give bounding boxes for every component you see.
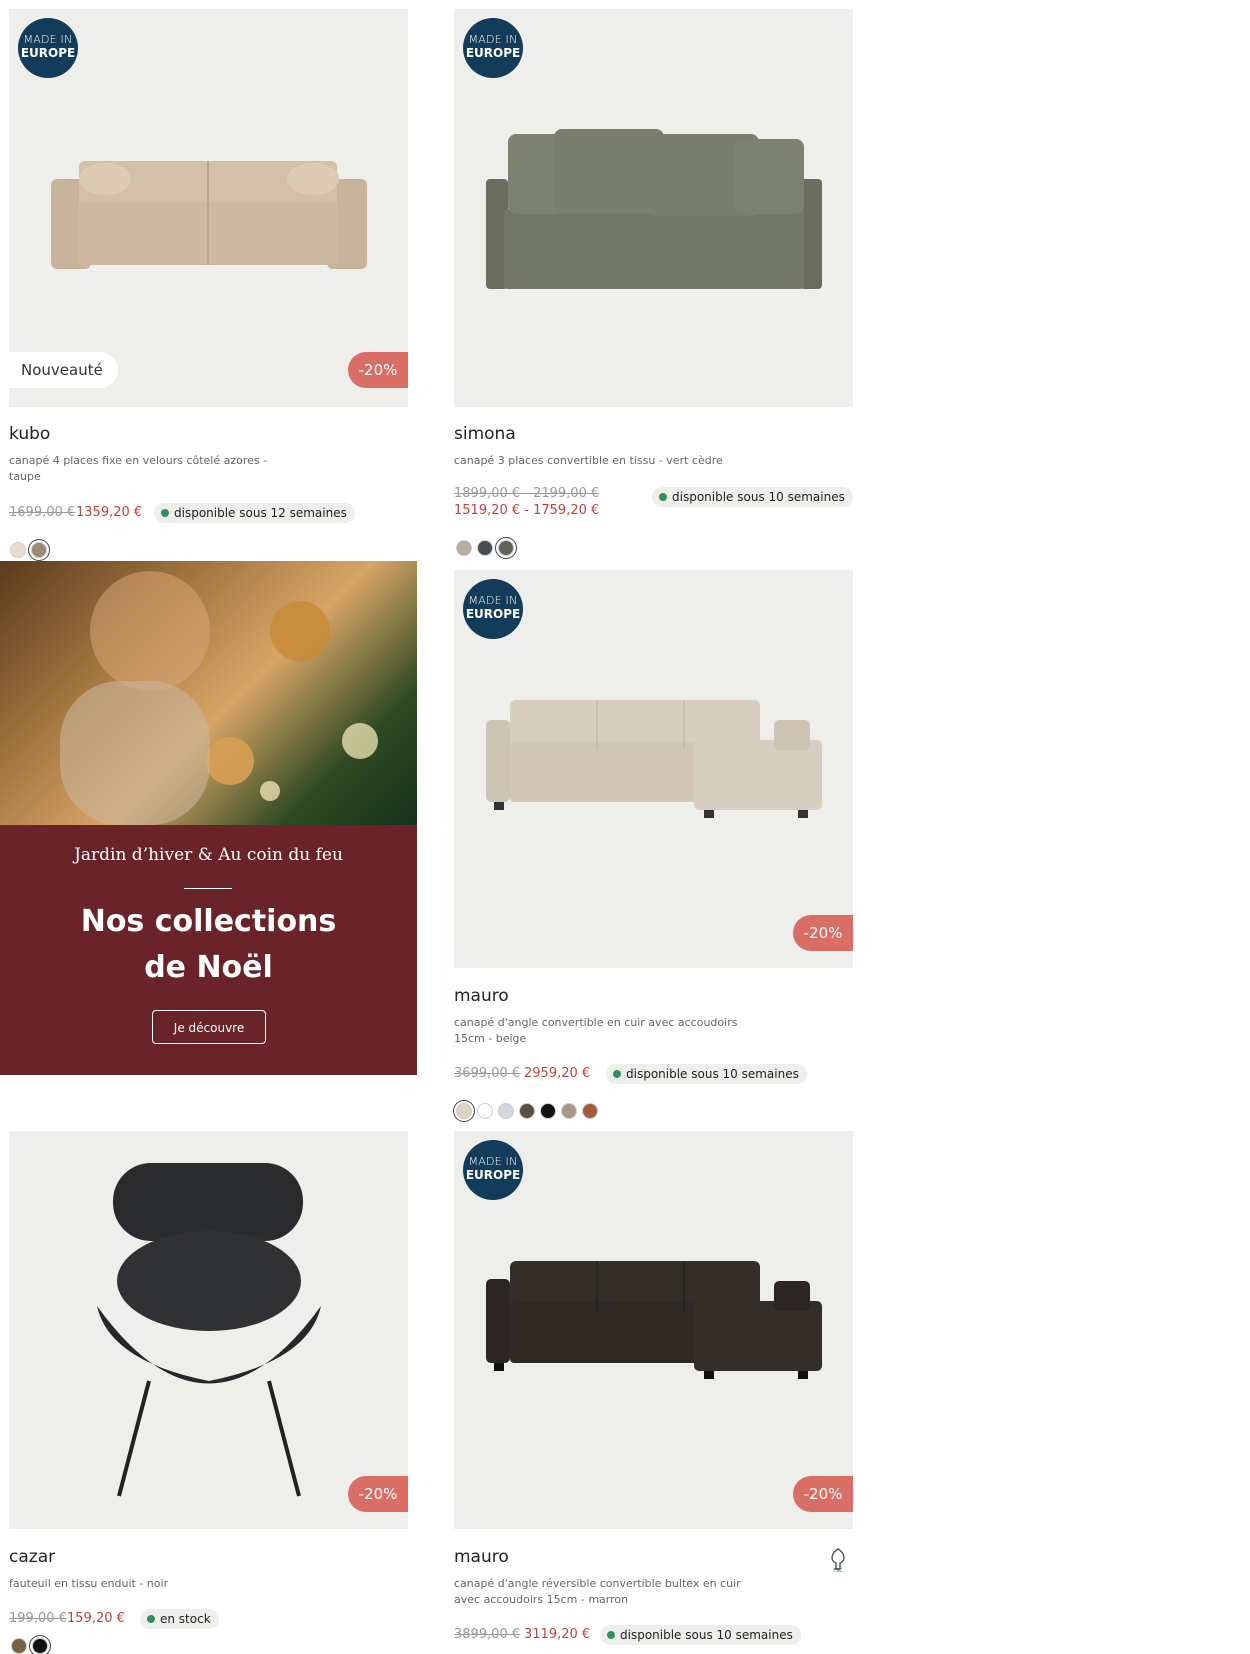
product-image[interactable]: MADE IN EUROPE -20% xyxy=(454,1131,853,1529)
promo-title: Nos collections de Noël xyxy=(80,904,337,985)
new-tag: Nouveauté xyxy=(9,352,118,388)
availability-dot-icon xyxy=(161,509,169,517)
promo-subtitle: Jardin d’hiver & Au coin du feu xyxy=(74,845,343,865)
product-image[interactable]: MADE IN EUROPE Nouveauté -20% xyxy=(9,9,408,407)
sofa-image xyxy=(486,129,822,289)
color-swatch[interactable] xyxy=(10,542,26,558)
product-description: fauteuil en tissu enduit - noir xyxy=(9,1577,169,1590)
old-price: 199,00 € xyxy=(9,1611,67,1626)
product-name[interactable]: mauro xyxy=(454,986,509,1006)
availability-dot-icon xyxy=(147,1615,155,1623)
color-swatch[interactable] xyxy=(477,1103,493,1119)
color-swatch-selected[interactable] xyxy=(498,540,514,556)
availability-dot-icon xyxy=(613,1070,621,1078)
divider xyxy=(184,888,232,889)
sale-price: 1359,20 € xyxy=(76,505,143,520)
color-swatch[interactable] xyxy=(582,1103,598,1119)
product-image[interactable]: -20% xyxy=(9,1131,408,1529)
sofa-image xyxy=(51,161,367,269)
discount-badge: -20% xyxy=(348,352,408,388)
product-description: canapé 4 places fixe en velours côtelé a… xyxy=(9,454,268,483)
sale-price: 3119,20 € xyxy=(524,1627,591,1642)
old-price: 3699,00 € xyxy=(454,1066,521,1081)
product-name[interactable]: mauro xyxy=(454,1547,509,1567)
color-swatches xyxy=(456,1103,598,1119)
christmas-promo-banner[interactable]: Jardin d’hiver & Au coin du feu Nos coll… xyxy=(0,561,417,1075)
discount-badge: -20% xyxy=(793,1476,853,1512)
color-swatches xyxy=(11,1638,48,1654)
product-image[interactable]: MADE IN EUROPE xyxy=(454,9,853,407)
sale-price: 2959,20 € xyxy=(524,1066,591,1081)
color-swatches xyxy=(456,540,514,556)
color-swatch-selected[interactable] xyxy=(31,542,47,558)
old-price: 1899,00 € - 2199,00 € xyxy=(454,486,600,501)
product-description: canapé d'angle réversible convertible bu… xyxy=(454,1577,741,1606)
sale-price: 159,20 € xyxy=(67,1611,125,1626)
christmas-scene-image xyxy=(60,571,378,825)
color-swatch-selected[interactable] xyxy=(32,1638,48,1654)
product-description: canapé 3 places convertible en tissu - v… xyxy=(454,454,723,467)
color-swatch[interactable] xyxy=(456,540,472,556)
color-swatch[interactable] xyxy=(11,1638,27,1654)
armchair-image xyxy=(97,1163,321,1497)
discount-badge: -20% xyxy=(793,915,853,951)
old-price: 1699,00 € xyxy=(9,505,76,520)
corner-sofa-image xyxy=(486,1261,822,1379)
color-swatch[interactable] xyxy=(561,1103,577,1119)
color-swatch[interactable] xyxy=(519,1103,535,1119)
product-image[interactable]: MADE IN EUROPE -20% xyxy=(454,570,853,968)
availability-badge: disponible sous 10 semaines xyxy=(600,1625,801,1645)
availability-dot-icon xyxy=(659,493,667,501)
promo-panel: Jardin d’hiver & Au coin du feu Nos coll… xyxy=(0,825,417,1075)
availability-badge: en stock xyxy=(140,1609,219,1629)
discount-badge: -20% xyxy=(348,1476,408,1512)
product-description: canapé d'angle convertible en cuir avec … xyxy=(454,1016,738,1045)
availability-badge: disponible sous 10 semaines xyxy=(606,1064,807,1084)
availability-badge: disponible sous 12 semaines xyxy=(154,503,355,523)
product-name[interactable]: simona xyxy=(454,424,516,444)
product-name[interactable]: kubo xyxy=(9,424,50,444)
product-name[interactable]: cazar xyxy=(9,1547,55,1567)
old-price: 3899,00 € xyxy=(454,1627,521,1642)
discover-button[interactable]: Je découvre xyxy=(152,1010,266,1044)
color-swatch[interactable] xyxy=(498,1103,514,1119)
svg-text:FSC: FSC xyxy=(833,1568,843,1573)
availability-badge: disponible sous 10 semaines xyxy=(652,487,853,507)
promo-photo xyxy=(0,561,417,825)
corner-sofa-image xyxy=(486,700,822,818)
color-swatches xyxy=(10,542,47,558)
color-swatch[interactable] xyxy=(477,540,493,556)
availability-dot-icon xyxy=(607,1631,615,1639)
fsc-tree-icon: FSC xyxy=(831,1548,845,1573)
sale-price: 1519,20 € - 1759,20 € xyxy=(454,503,600,518)
color-swatch[interactable] xyxy=(540,1103,556,1119)
color-swatch-selected[interactable] xyxy=(456,1103,472,1119)
